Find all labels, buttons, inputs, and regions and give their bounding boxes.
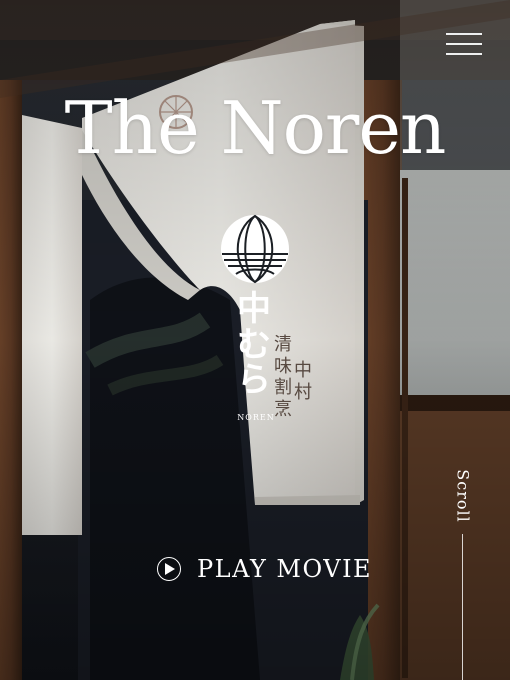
hero-section: The Noren 中 む ら NOREN 清 味 割 烹 中 村 PLAY M… <box>0 0 510 680</box>
calligraphy-column-2: 中 村 <box>292 360 314 403</box>
calligraphy-char: 割 <box>274 377 292 399</box>
menu-button[interactable] <box>446 33 482 57</box>
hamburger-icon-line-2 <box>446 43 482 45</box>
hamburger-icon-line-1 <box>446 33 482 35</box>
calligraphy-char: 味 <box>274 355 292 377</box>
brand-char: 中 <box>237 289 271 329</box>
calligraphy-char: 村 <box>294 381 312 403</box>
calligraphy-char: 烹 <box>274 398 292 420</box>
play-icon <box>157 557 181 581</box>
calligraphy-char: 中 <box>294 360 312 381</box>
play-movie-label: PLAY MOVIE <box>197 555 373 583</box>
hamburger-icon-line-3 <box>446 53 482 55</box>
scroll-indicator[interactable]: Scroll <box>448 462 478 680</box>
scroll-line <box>462 534 463 680</box>
page-title: The Noren <box>64 86 447 170</box>
brand-japanese-name: 中 む ら <box>232 289 276 401</box>
play-movie-button[interactable]: PLAY MOVIE <box>157 554 372 584</box>
calligraphy-column-1: 清 味 割 烹 <box>272 334 294 420</box>
brand-char: ら <box>237 360 271 401</box>
brand-char: む <box>237 324 271 365</box>
family-crest-icon <box>221 214 289 284</box>
scroll-label: Scroll <box>453 469 473 523</box>
calligraphy-char: 清 <box>274 334 292 355</box>
